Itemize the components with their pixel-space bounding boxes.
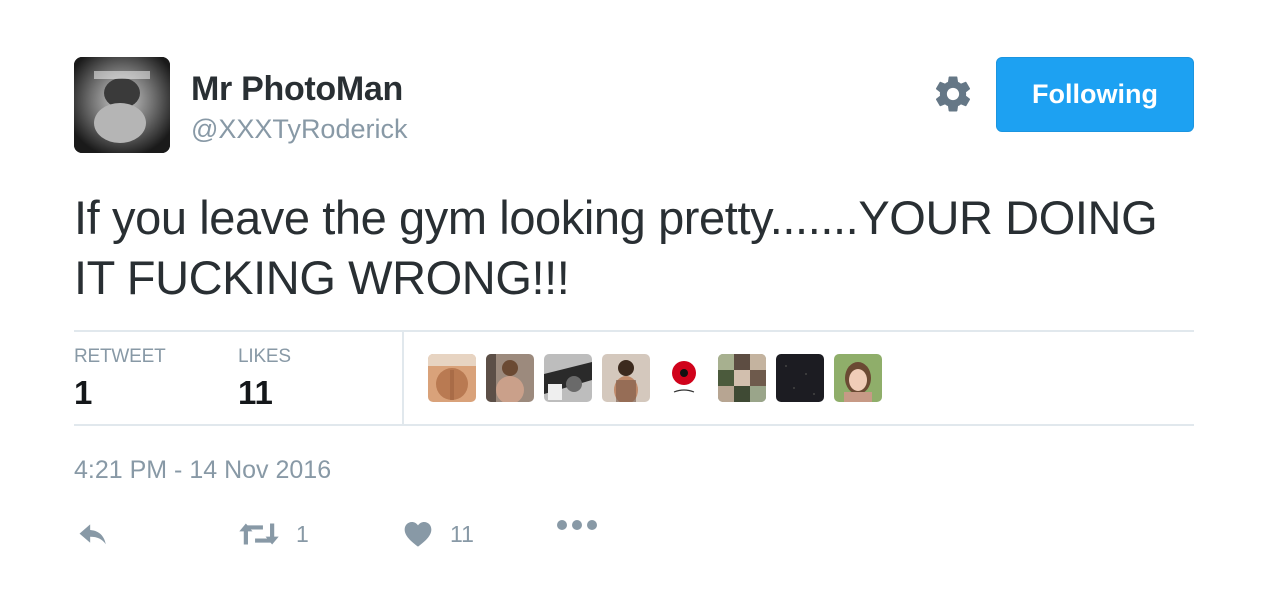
following-button[interactable]: Following — [996, 57, 1194, 132]
stats-vertical-divider — [402, 331, 404, 425]
stats-top-divider — [74, 330, 1194, 332]
reply-icon — [76, 518, 110, 552]
liker-avatar[interactable] — [776, 354, 824, 402]
retweet-icon — [238, 518, 280, 550]
liker-avatar[interactable] — [544, 354, 592, 402]
likes-count[interactable]: 11 — [238, 374, 273, 412]
likes-label[interactable]: LIKES — [238, 346, 291, 368]
user-fullname[interactable]: Mr PhotoMan — [191, 70, 403, 109]
liker-avatar[interactable] — [602, 354, 650, 402]
like-count: 11 — [450, 520, 474, 547]
likers-avatar-list — [428, 354, 882, 402]
more-dots-icon — [556, 518, 598, 532]
liker-avatar[interactable] — [486, 354, 534, 402]
liker-avatar[interactable] — [428, 354, 476, 402]
retweets-count[interactable]: 1 — [74, 374, 92, 412]
liker-avatar[interactable] — [718, 354, 766, 402]
like-button[interactable]: 11 — [402, 518, 474, 550]
reply-button[interactable] — [76, 518, 110, 552]
heart-icon — [402, 518, 434, 550]
retweet-count: 1 — [296, 520, 309, 547]
liker-avatar[interactable] — [660, 354, 708, 402]
tweet-text: If you leave the gym looking pretty.....… — [74, 191, 1158, 304]
user-handle[interactable]: @XXXTyRoderick — [191, 114, 407, 145]
retweet-button[interactable]: 1 — [238, 518, 309, 550]
profile-avatar[interactable] — [74, 57, 170, 153]
more-button[interactable] — [556, 518, 598, 532]
gear-icon[interactable] — [932, 73, 974, 115]
stats-bottom-divider — [74, 424, 1194, 426]
liker-avatar[interactable] — [834, 354, 882, 402]
retweets-label[interactable]: RETWEET — [74, 346, 166, 368]
tweet-timestamp[interactable]: 4:21 PM - 14 Nov 2016 — [74, 456, 331, 485]
